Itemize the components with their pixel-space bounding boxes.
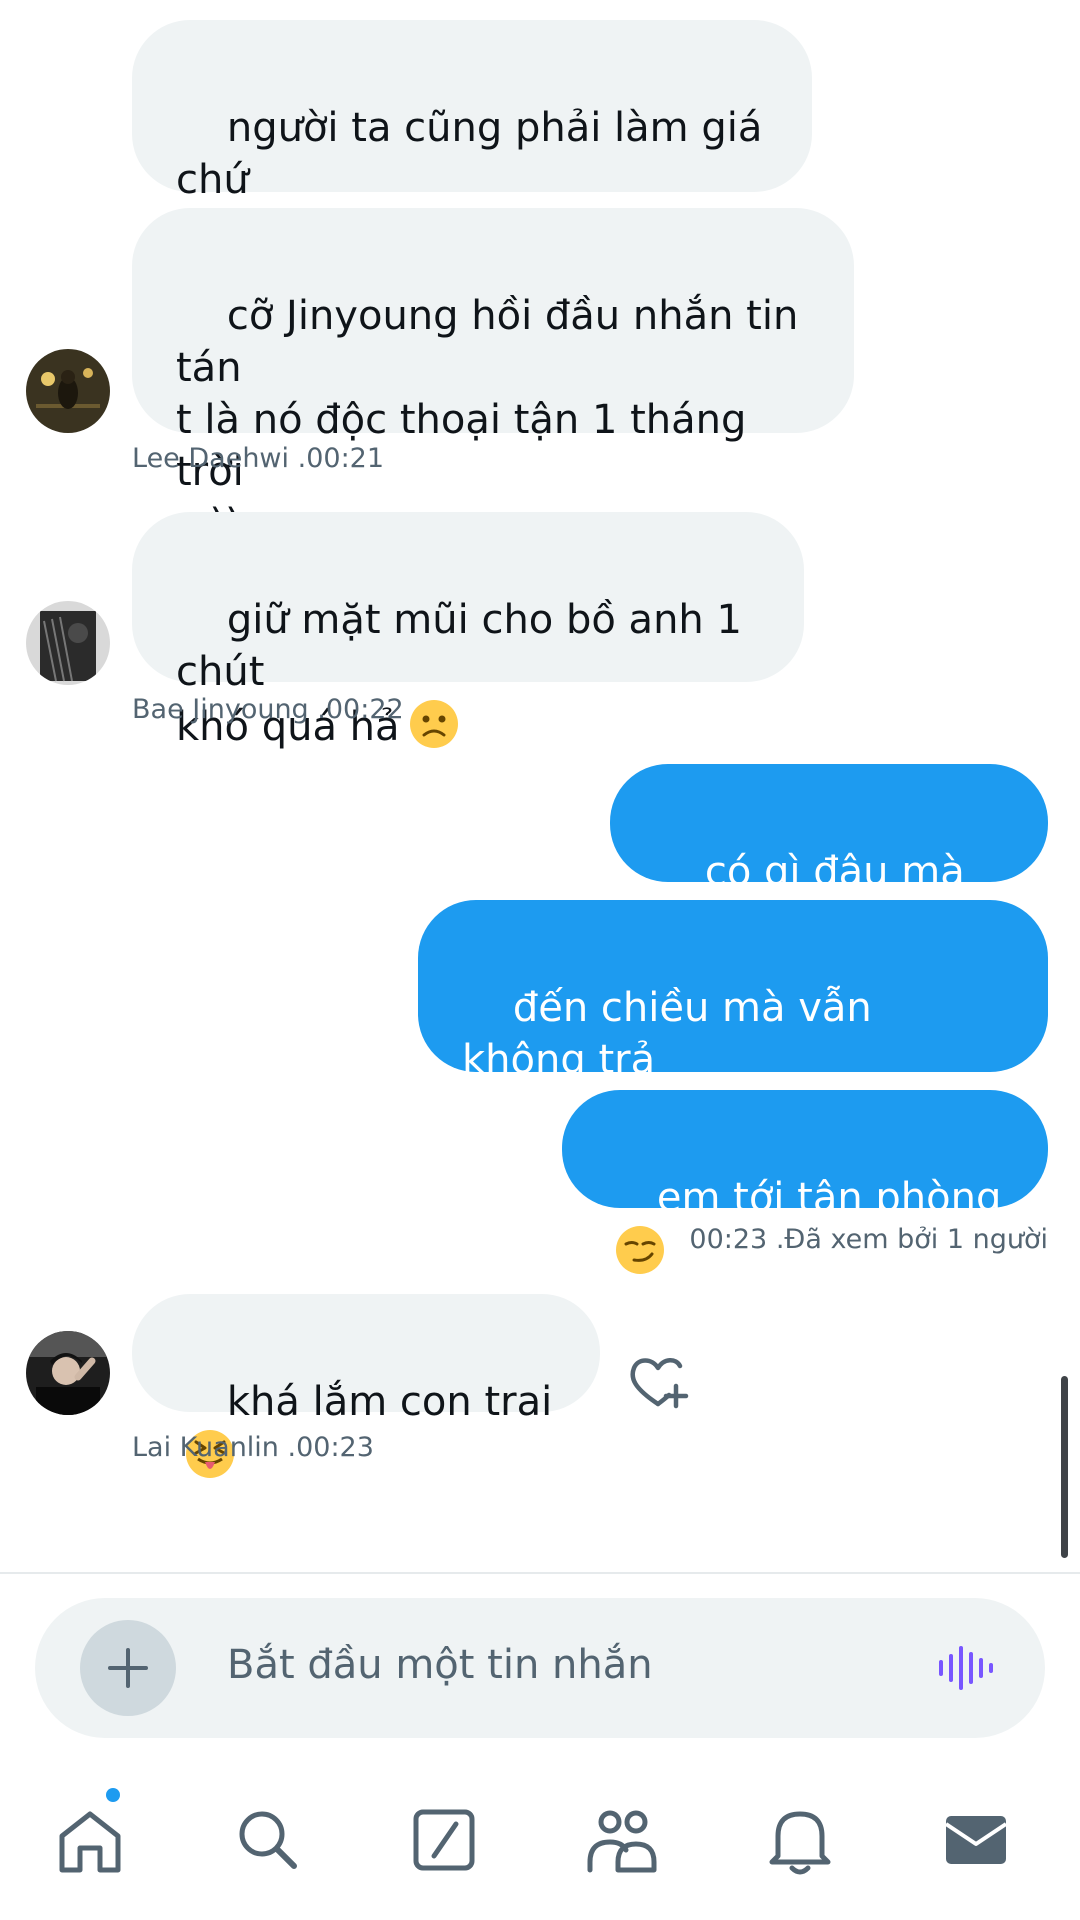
- message-bubble-outgoing[interactable]: đến chiều mà vẫn không trả lời tin nhắn …: [418, 900, 1048, 1135]
- grok-icon: [413, 1809, 475, 1871]
- tab-messages[interactable]: [936, 1800, 1016, 1880]
- message-text: cỡ Jinyoung hồi đầu nhắn tin tán t là nó…: [176, 293, 799, 547]
- divider: [0, 1572, 1080, 1574]
- scrollbar[interactable]: [1061, 1376, 1068, 1558]
- communities-icon: [587, 1810, 657, 1873]
- voice-wave-icon[interactable]: [935, 1638, 995, 1698]
- search-icon: [239, 1811, 297, 1869]
- bell-icon: [769, 1811, 831, 1875]
- notification-dot: [106, 1788, 120, 1802]
- heart-plus-icon[interactable]: [626, 1352, 690, 1412]
- smirking-face-emoji: [616, 1226, 664, 1274]
- avatar-lee-daehwi[interactable]: [26, 349, 110, 433]
- avatar-lai-kuanlin[interactable]: [26, 1331, 110, 1415]
- add-media-button[interactable]: [80, 1620, 176, 1716]
- tab-home[interactable]: [50, 1800, 130, 1880]
- tab-communities[interactable]: [582, 1800, 662, 1880]
- message-bubble-incoming[interactable]: khá lắm con trai: [132, 1294, 600, 1478]
- tab-search[interactable]: [228, 1800, 308, 1880]
- message-bubble-incoming[interactable]: cỡ Jinyoung hồi đầu nhắn tin tán t là nó…: [132, 208, 854, 547]
- avatar-image: [26, 1331, 110, 1415]
- message-meta: Lai Kuanlin .00:23: [132, 1432, 374, 1463]
- read-receipt: 00:23 .Đã xem bởi 1 người: [689, 1224, 1048, 1255]
- message-bubble-incoming[interactable]: người ta cũng phải làm giá chứ mậy: [132, 20, 812, 255]
- tab-grok[interactable]: [404, 1800, 484, 1880]
- sender-name[interactable]: Lai Kuanlin: [132, 1432, 279, 1463]
- message-bubble-outgoing[interactable]: em tới tận phòng: [562, 1090, 1048, 1274]
- tab-notifications[interactable]: [760, 1800, 840, 1880]
- bottom-tab-bar: [0, 1770, 1080, 1920]
- message-input[interactable]: Bắt đầu một tin nhắn: [227, 1642, 653, 1688]
- message-meta: Lee Daehwi .00:21: [132, 443, 384, 474]
- message-time: .00:21: [297, 443, 385, 474]
- message-bubble-incoming[interactable]: giữ mặt mũi cho bồ anh 1 chút khó quá hả: [132, 512, 804, 750]
- message-text: giữ mặt mũi cho bồ anh 1 chút khó quá hả: [176, 597, 742, 750]
- mail-icon: [944, 1816, 1008, 1864]
- seen-status: .Đã xem bởi 1 người: [775, 1224, 1048, 1255]
- message-bubble-outgoing[interactable]: có gì đâu mà xoắn: [610, 764, 1048, 947]
- message-time: .00:23: [287, 1432, 374, 1463]
- message-time: .00:22: [317, 694, 404, 725]
- sender-name[interactable]: Bae Jinyoung: [132, 694, 309, 725]
- message-text: khá lắm con trai: [226, 1379, 553, 1425]
- frowning-face-emoji: [409, 700, 458, 748]
- message-time: 00:23: [689, 1224, 768, 1255]
- message-composer[interactable]: Bắt đầu một tin nhắn: [35, 1598, 1045, 1738]
- avatar-image: [26, 601, 110, 685]
- message-meta: Bae Jinyoung .00:22: [132, 694, 404, 725]
- avatar-bae-jinyoung[interactable]: [26, 601, 110, 685]
- plus-icon: [108, 1648, 148, 1688]
- avatar-image: [26, 349, 110, 433]
- message-text: em tới tận phòng: [656, 1175, 1002, 1221]
- sender-name[interactable]: Lee Daehwi: [132, 443, 289, 474]
- home-icon: [59, 1811, 121, 1873]
- dm-conversation-screen: người ta cũng phải làm giá chứ mậy cỡ Ji…: [0, 0, 1080, 1920]
